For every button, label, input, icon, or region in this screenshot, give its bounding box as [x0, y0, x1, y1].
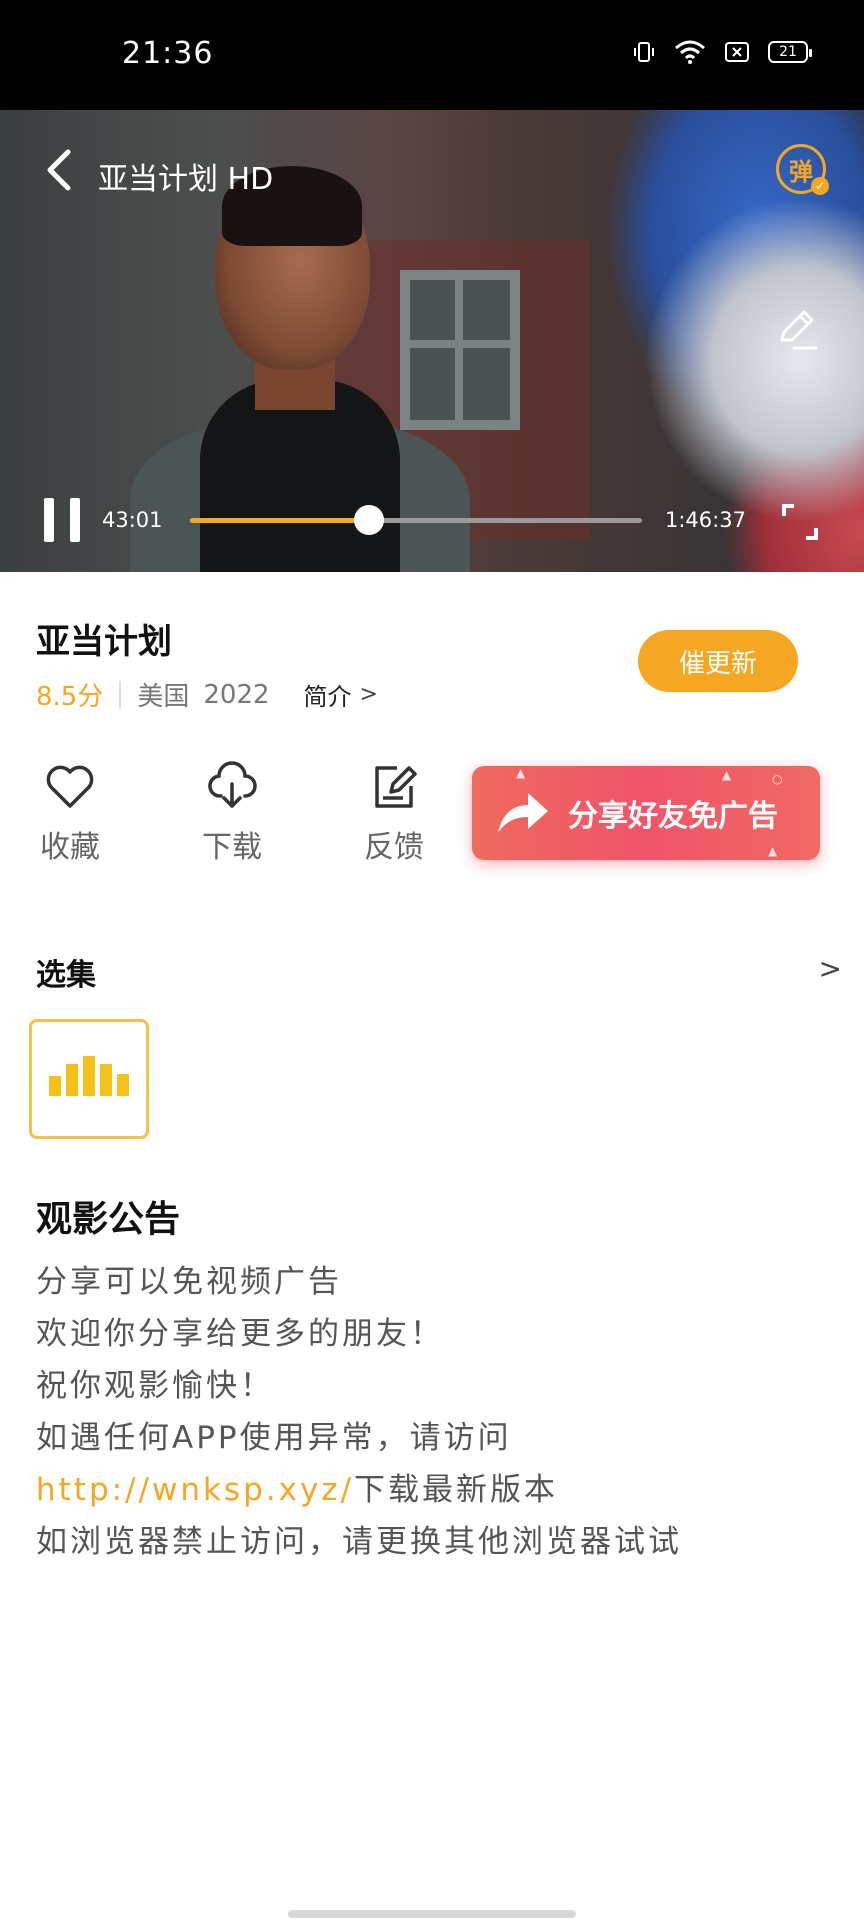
intro-link[interactable]: 简介 > [304, 677, 378, 712]
danmu-toggle-button[interactable]: 弹 ✓ [776, 144, 829, 195]
edit-note-icon [375, 766, 417, 808]
heart-icon [46, 765, 94, 808]
share-button[interactable]: ▲ ▲ ○ ▲ 分享好友免广告 [472, 766, 820, 860]
video-frame-window [400, 270, 520, 430]
player-title: 亚当计划 HD [98, 162, 274, 197]
movie-country: 美国 [137, 682, 190, 712]
danmu-label: 弹 [789, 157, 813, 186]
notice-link[interactable]: http://wnksp.xyz/ [36, 1472, 354, 1508]
intro-label: 简介 [303, 683, 352, 711]
notice-line: 分享可以免视频广告 [36, 1264, 342, 1300]
wifi-icon [675, 40, 705, 64]
video-player[interactable]: 亚当计划 HD 弹 ✓ 43:01 1:46:37 [0, 110, 864, 572]
status-icons: 21 [632, 40, 812, 64]
cloud-download-icon [208, 761, 257, 808]
sim-icon [725, 42, 749, 62]
status-bar: 21:36 21 [0, 0, 864, 110]
equalizer-icon [100, 1064, 112, 1096]
movie-rating: 8.5分 [36, 682, 104, 712]
equalizer-icon [117, 1074, 129, 1096]
chevron-right-icon[interactable]: > [819, 952, 842, 985]
battery-icon: 21 [768, 41, 812, 63]
pause-icon-bar-left [44, 498, 54, 542]
notice-line: http://wnksp.xyz/下载最新版本 [36, 1464, 836, 1516]
vibrate-icon [634, 42, 654, 62]
feedback-label: 反馈 [364, 830, 424, 865]
player-controls: 43:01 1:46:37 [0, 480, 864, 560]
progress-knob[interactable] [353, 505, 384, 535]
notice-line: 祝你观影愉快！ [36, 1368, 274, 1404]
meta-divider [119, 680, 122, 709]
home-indicator[interactable] [288, 1910, 576, 1918]
player-top-bar: 亚当计划 HD 弹 ✓ [0, 130, 864, 210]
notice-line: 如遇任何APP使用异常，请访问 [36, 1420, 512, 1456]
download-label: 下载 [202, 830, 262, 865]
sparkle-icon: ▲ [722, 768, 732, 782]
back-button[interactable] [40, 148, 80, 192]
movie-year: 2022 [203, 679, 270, 710]
notice-line: 欢迎你分享给更多的朋友！ [36, 1316, 444, 1352]
check-icon: ✓ [811, 177, 829, 195]
notice-link-suffix: 下载最新版本 [354, 1472, 559, 1508]
sparkle-icon: ▲ [768, 844, 778, 858]
favorite-button[interactable]: 收藏 [10, 760, 130, 866]
status-time: 21:36 [122, 36, 214, 71]
battery-level: 21 [779, 44, 797, 60]
current-time: 43:01 [102, 508, 163, 532]
favorite-label: 收藏 [40, 830, 100, 865]
equalizer-icon [83, 1056, 95, 1096]
share-label: 分享好友免广告 [568, 799, 778, 834]
notice-line: 如浏览器禁止访问，请更换其他浏览器试试 [36, 1524, 682, 1560]
equalizer-icon [66, 1064, 78, 1096]
pause-icon-bar-right [70, 498, 80, 542]
fullscreen-button[interactable] [780, 502, 820, 542]
total-time: 1:46:37 [665, 508, 746, 532]
movie-title: 亚当计划 [36, 622, 172, 662]
notice-title: 观影公告 [36, 1199, 181, 1240]
action-row: 收藏 下载 反馈 ▲ ▲ ○ ▲ 分享好友免广告 [0, 760, 864, 880]
notice-body: 分享可以免视频广告 欢迎你分享给更多的朋友！ 祝你观影愉快！ 如遇任何APP使用… [36, 1256, 836, 1568]
equalizer-icon [49, 1076, 61, 1096]
request-update-button[interactable]: 催更新 [638, 630, 798, 692]
chevron-right-icon: > [359, 682, 378, 707]
download-button[interactable]: 下载 [172, 760, 292, 866]
progress-fill [190, 518, 369, 523]
sparkle-icon: ○ [772, 772, 783, 786]
feedback-button[interactable]: 反馈 [334, 760, 454, 866]
episode-item[interactable] [29, 1019, 149, 1139]
movie-meta: 8.5分 美国 2022 简介 > [36, 676, 378, 713]
episodes-title: 选集 [36, 958, 96, 993]
pause-button[interactable] [44, 498, 80, 542]
sparkle-icon: ▲ [516, 766, 526, 780]
pencil-icon[interactable] [774, 306, 820, 352]
progress-slider[interactable] [190, 505, 642, 535]
share-arrow-icon [498, 793, 548, 833]
